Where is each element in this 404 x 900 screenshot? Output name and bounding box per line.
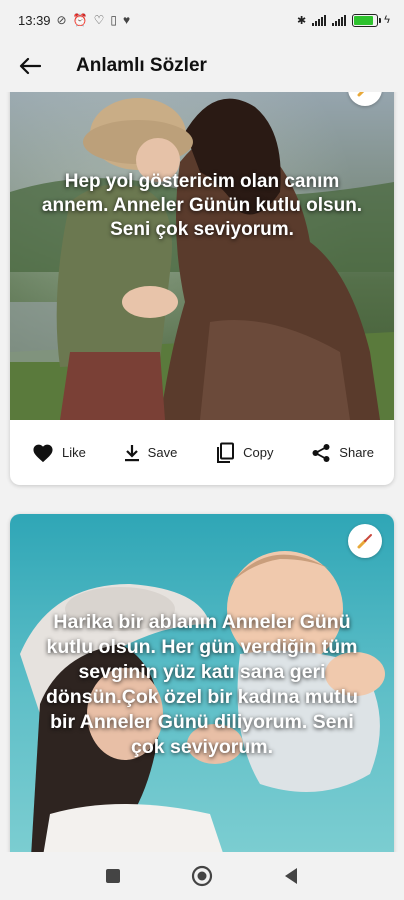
quote-card: Harika bir ablanın Anneler Günü kutlu ol… (10, 514, 394, 852)
alarm-icon: ⏰ (72, 13, 88, 27)
app-bar: Anlamlı Sözler (0, 40, 404, 92)
copy-button[interactable]: Copy (215, 442, 273, 464)
status-right: ✱ ϟ (296, 13, 390, 27)
save-label: Save (147, 445, 178, 460)
quote-actions: Like Save Copy Share (10, 420, 394, 485)
share-label: Share (339, 445, 374, 460)
download-icon (124, 444, 139, 461)
status-bar: 13:39 ⊘ ⏰ ♡ ▯ ♥ ✱ ϟ (0, 0, 404, 40)
quote-card: Hep yol göstericim olan canım annem. Ann… (10, 92, 394, 485)
brush-icon (357, 534, 372, 549)
home-icon[interactable] (191, 865, 213, 887)
back-nav-icon[interactable] (283, 867, 299, 885)
status-left: 13:39 ⊘ ⏰ ♡ ▯ ♥ (18, 13, 130, 28)
notification-icon: ♥ (122, 13, 131, 27)
save-button[interactable]: Save (124, 444, 178, 462)
no-sim-icon: ⊘ (56, 13, 67, 27)
status-time: 13:39 (18, 12, 51, 28)
copy-label: Copy (243, 445, 274, 460)
quote-image: Harika bir ablanın Anneler Günü kutlu ol… (10, 514, 394, 852)
mother-child-photo (10, 92, 394, 420)
quote-text: Hep yol göstericim olan canım annem. Ann… (41, 171, 363, 240)
quote-list[interactable]: Hep yol göstericim olan canım annem. Ann… (0, 92, 404, 852)
brush-icon (357, 92, 365, 97)
like-button[interactable]: Like (32, 443, 86, 463)
quote-image: Hep yol göstericim olan canım annem. Ann… (10, 92, 394, 420)
heart-icon: ♡ (93, 13, 105, 27)
share-icon (312, 443, 330, 462)
like-label: Like (62, 445, 86, 460)
system-nav-bar (0, 852, 404, 900)
signal-icon-2 (332, 14, 347, 26)
favorite-badge[interactable] (348, 524, 382, 558)
copy-icon (217, 442, 235, 463)
quote-text: Harika bir ablanın Anneler Günü kutlu ol… (45, 611, 359, 758)
arrow-left-icon (19, 57, 41, 75)
battery-icon (352, 13, 382, 27)
signal-icon (312, 14, 327, 26)
charging-icon: ϟ (384, 14, 390, 26)
vibrate-icon: ▯ (110, 13, 117, 27)
heart-icon (33, 444, 53, 462)
share-button[interactable]: Share (311, 443, 374, 463)
recent-apps-icon[interactable] (105, 868, 121, 884)
back-button[interactable] (16, 52, 44, 80)
bluetooth-icon: ✱ (296, 14, 307, 27)
page-title: Anlamlı Sözler (76, 55, 207, 76)
